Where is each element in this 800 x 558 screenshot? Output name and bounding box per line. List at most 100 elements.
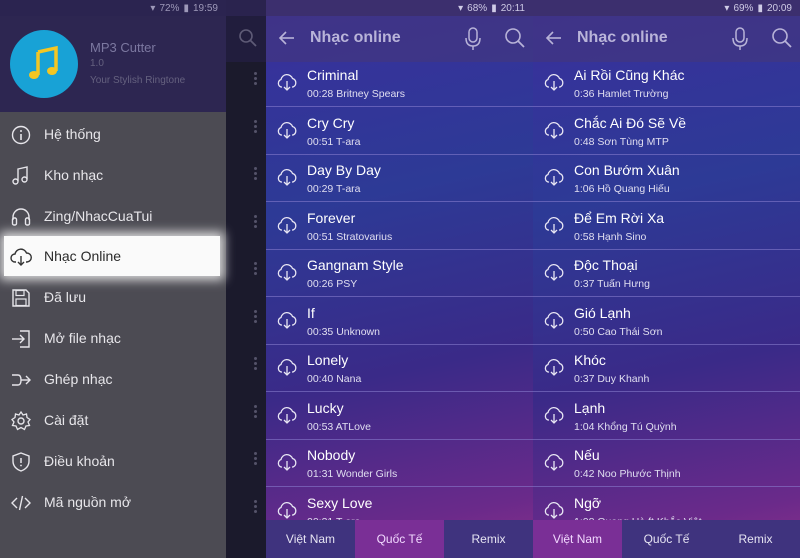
song-row[interactable]: Forever 00:51 Stratovarius — [266, 203, 533, 250]
tab-viet-nam[interactable]: Việt Nam — [266, 520, 355, 558]
download-icon[interactable] — [276, 357, 298, 377]
search-icon[interactable] — [504, 27, 526, 49]
song-row[interactable]: Để Em Rời Xa 0:58 Hạnh Sino — [533, 203, 800, 250]
menu-item-ma-nguon-mo[interactable]: Mã nguồn mở — [0, 482, 226, 522]
battery-level: 72% — [159, 3, 180, 14]
song-title: Forever — [307, 209, 356, 226]
song-row[interactable]: Lonely 00:40 Nana — [266, 345, 533, 392]
microphone-icon[interactable] — [731, 27, 749, 51]
category-tabs: Việt Nam Quốc Tế Remix — [266, 520, 533, 558]
download-icon[interactable] — [276, 72, 298, 92]
microphone-icon[interactable] — [464, 27, 482, 51]
more-options-icon — [254, 119, 258, 135]
download-icon[interactable] — [276, 452, 298, 472]
app-slogan: Your Stylish Ringtone — [90, 75, 186, 86]
menu-item-ghep-nhac[interactable]: Ghép nhạc — [0, 359, 226, 399]
song-row[interactable]: Criminal 00:28 Britney Spears — [266, 60, 533, 107]
download-icon[interactable] — [543, 262, 565, 282]
download-icon[interactable] — [276, 500, 298, 520]
menu-item-nhac-online[interactable]: Nhạc Online — [4, 236, 220, 276]
song-title: Nếu — [574, 447, 600, 463]
download-icon[interactable] — [276, 120, 298, 140]
back-arrow-icon[interactable] — [278, 29, 296, 47]
battery-icon: ▮ — [757, 3, 763, 14]
app-bar: Nhạc online — [266, 16, 533, 62]
download-icon[interactable] — [543, 215, 565, 235]
status-bar: ▾ 69% ▮ 20:09 — [533, 0, 800, 16]
song-row[interactable]: Lucky 00:53 ATLove — [266, 393, 533, 440]
song-row[interactable]: Gió Lạnh 0:50 Cao Thái Sơn — [533, 298, 800, 345]
tab-quoc-te[interactable]: Quốc Tế — [622, 520, 711, 558]
download-icon[interactable] — [276, 262, 298, 282]
music-note-icon — [29, 45, 58, 79]
song-row[interactable]: If 00:35 Unknown — [266, 298, 533, 345]
menu-item-mo-file[interactable]: Mở file nhạc — [0, 318, 226, 358]
signal-icon: ▾ — [724, 3, 730, 14]
tab-viet-nam[interactable]: Việt Nam — [533, 520, 622, 558]
search-icon[interactable] — [771, 27, 793, 49]
menu-item-kho-nhac[interactable]: Kho nhạc — [0, 155, 226, 195]
menu-item-label: Đã lưu — [44, 289, 87, 305]
song-title: Chắc Ai Đó Sẽ Về — [574, 114, 687, 131]
download-icon[interactable] — [543, 167, 565, 187]
song-meta: 0:36 Hamlet Trường — [574, 88, 669, 100]
song-title: Con Bướm Xuân — [574, 162, 680, 178]
song-title: Day By Day — [307, 162, 381, 178]
battery-icon: ▮ — [183, 3, 189, 14]
download-icon[interactable] — [543, 452, 565, 472]
battery-level: 69% — [733, 3, 754, 14]
menu-item-label: Mã nguồn mở — [44, 494, 132, 510]
song-row[interactable]: Ngỡ1:08 Quang Hà ft Khắc Việt — [533, 488, 800, 520]
song-row[interactable]: Day By Day 00:29 T-ara — [266, 155, 533, 202]
menu-item-label: Điều khoản — [44, 453, 115, 469]
song-meta: 0:42 Noo Phước Thịnh — [574, 468, 681, 480]
online-music-screen-vietnam: ▾ 69% ▮ 20:09 Nhạc online Ai Rồi Cũng Kh… — [533, 0, 800, 558]
download-icon[interactable] — [276, 215, 298, 235]
code-icon — [11, 495, 31, 511]
menu-item-dieu-khoan[interactable]: Điều khoản — [0, 441, 226, 481]
download-icon[interactable] — [276, 310, 298, 330]
download-icon[interactable] — [543, 405, 565, 425]
song-row[interactable]: Con Bướm Xuân 1:06 Hồ Quang Hiếu — [533, 155, 800, 202]
download-icon[interactable] — [276, 167, 298, 187]
song-meta: 00:35 Unknown — [307, 325, 380, 338]
song-meta: 1:06 Hồ Quang Hiếu — [574, 183, 670, 195]
menu-item-zing[interactable]: Zing/NhacCuaTui — [0, 196, 226, 236]
menu-item-cai-dat[interactable]: Cài đặt — [0, 400, 226, 440]
download-icon[interactable] — [543, 72, 565, 92]
song-row[interactable]: Gangnam Style 00:26 PSY — [266, 250, 533, 297]
song-row[interactable]: Nếu 0:42 Noo Phước Thịnh — [533, 440, 800, 487]
song-row[interactable]: Ai Rồi Cũng Khác 0:36 Hamlet Trường — [533, 60, 800, 107]
download-icon[interactable] — [543, 310, 565, 330]
download-icon[interactable] — [276, 405, 298, 425]
song-title: Ngỡ — [574, 494, 602, 511]
cloud-download-icon — [10, 248, 32, 266]
tab-remix[interactable]: Remix — [711, 520, 800, 558]
song-meta: 00:51 Stratovarius — [307, 230, 393, 243]
app-logo — [10, 30, 78, 98]
song-row[interactable]: Chắc Ai Đó Sẽ Về 0:48 Sơn Tùng MTP — [533, 108, 800, 155]
clock: 20:11 — [500, 3, 525, 14]
shield-icon — [12, 452, 30, 472]
song-row[interactable]: Nobody 01:31 Wonder Girls — [266, 440, 533, 487]
song-row[interactable]: Cry Cry 00:51 T-ara — [266, 108, 533, 155]
tab-quoc-te[interactable]: Quốc Tế — [355, 520, 444, 558]
song-list: Ai Rồi Cũng Khác 0:36 Hamlet Trường Chắc A… — [533, 60, 800, 520]
menu-item-label: Ghép nhạc — [44, 371, 113, 387]
song-title: If — [307, 304, 315, 321]
more-options-icon — [254, 452, 258, 467]
song-row[interactable]: Khóc 0:37 Duy Khanh — [533, 345, 800, 392]
download-icon[interactable] — [543, 500, 565, 520]
song-title: Nobody — [307, 447, 356, 463]
menu-item-da-luu[interactable]: Đã lưu — [0, 277, 226, 317]
menu-item-he-thong[interactable]: Hệ thống — [0, 114, 226, 154]
download-icon[interactable] — [543, 120, 565, 140]
download-icon[interactable] — [543, 357, 565, 377]
song-row[interactable]: Lạnh 1:04 Khổng Tú Quỳnh — [533, 393, 800, 440]
song-row[interactable]: Độc Thoại 0:37 Tuấn Hưng — [533, 250, 800, 297]
tab-remix[interactable]: Remix — [444, 520, 533, 558]
song-row[interactable]: Sexy Love00:31 T-ara — [266, 488, 533, 520]
gear-icon — [11, 410, 31, 431]
back-arrow-icon[interactable] — [545, 29, 563, 47]
drawer-menu: Hệ thống Kho nhạc Zing/NhacCuaTui Nhạc O… — [0, 112, 226, 558]
